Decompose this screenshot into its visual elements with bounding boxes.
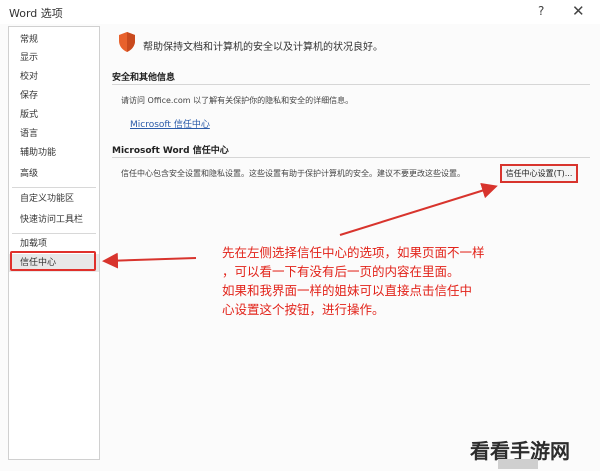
annotation-arrows (102, 182, 498, 269)
word-options-window: Word 选项 ? ✕ 常规 显示 校对 保存 版式 语言 辅助功能 高级 自定… (0, 0, 600, 471)
annotation-line-1: 先在左侧选择信任中心的选项，如果页面不一样 (222, 245, 485, 260)
annotation-text: 先在左侧选择信任中心的选项，如果页面不一样 ，可以看一下有没有后一页的内容在里面… (222, 243, 532, 319)
annotation-line-2: ，可以看一下有没有后一页的内容在里面。 (222, 264, 460, 279)
annotation-line-4: 心设置这个按钮，进行操作。 (222, 302, 385, 317)
watermark-url-strip (498, 459, 538, 469)
arrow-to-button (339, 182, 498, 236)
arrow-to-sidebar (102, 252, 197, 269)
annotation-line-3: 如果和我界面一样的姐妹可以直接点击信任中 (222, 283, 473, 298)
